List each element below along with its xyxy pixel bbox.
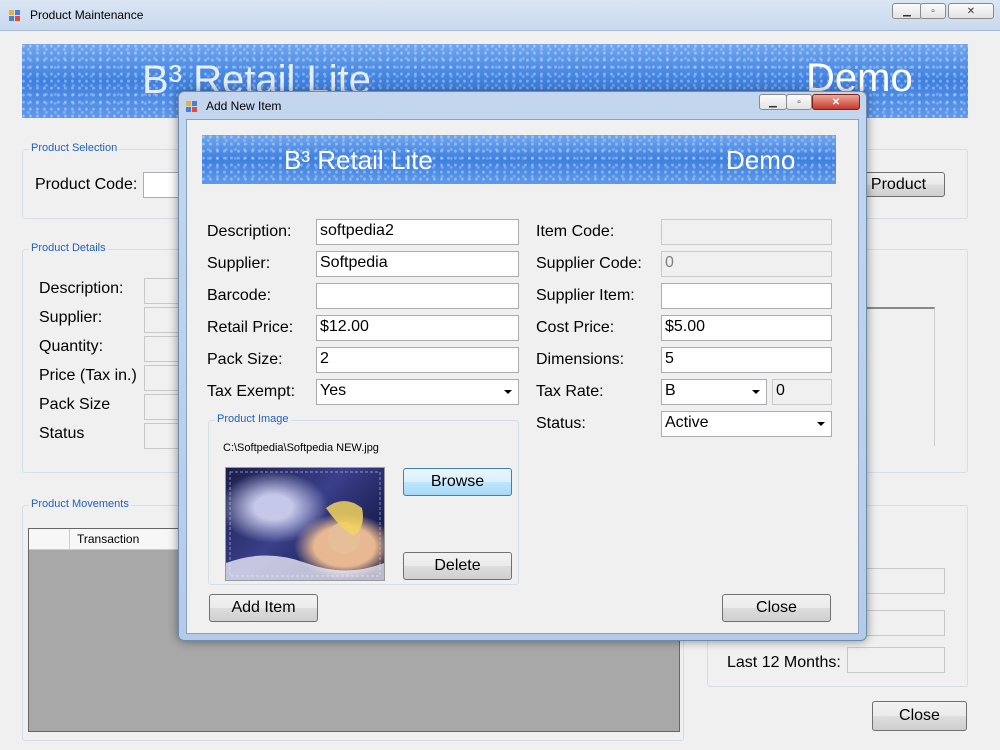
item-code-label: Item Code: bbox=[536, 223, 615, 240]
tax-rate-value: B bbox=[665, 382, 676, 399]
status-select[interactable]: Active bbox=[661, 411, 832, 437]
product-movements-label: Product Movements bbox=[29, 498, 131, 510]
tax-exempt-label: Tax Exempt: bbox=[207, 383, 296, 400]
description-label: Description: bbox=[207, 223, 292, 240]
chevron-down-icon bbox=[752, 390, 760, 394]
restore-button[interactable]: ▫ bbox=[920, 3, 946, 19]
dialog-icon bbox=[186, 100, 198, 112]
column-transaction[interactable]: Transaction bbox=[77, 532, 139, 546]
cost-price-label: Cost Price: bbox=[536, 319, 615, 336]
dialog-banner: B³ Retail Lite Demo bbox=[202, 135, 836, 184]
restore-icon: ▫ bbox=[931, 6, 935, 17]
main-close-button[interactable]: Close bbox=[872, 701, 967, 731]
barcode-input[interactable] bbox=[316, 283, 519, 309]
product-selection-label: Product Selection bbox=[29, 142, 120, 154]
pack-size-input[interactable]: 2 bbox=[316, 347, 519, 373]
detail-label-status: Status bbox=[39, 425, 85, 442]
status-label: Status: bbox=[536, 415, 586, 432]
minimize-icon: ▁ bbox=[769, 97, 777, 108]
last-12-months-field bbox=[847, 647, 945, 673]
product-image-label: Product Image bbox=[215, 413, 291, 425]
supplier-code-label: Supplier Code: bbox=[536, 255, 642, 272]
tax-rate-percent-field: 0 bbox=[772, 379, 832, 405]
product-code-label: Product Code: bbox=[35, 176, 138, 193]
product-details-label: Product Details bbox=[29, 242, 108, 254]
dialog-title: Add New Item bbox=[206, 99, 282, 113]
image-path-text: C:\Softpedia\Softpedia NEW.jpg bbox=[223, 442, 379, 454]
browse-button[interactable]: Browse bbox=[403, 468, 512, 496]
grid-row-header-cell bbox=[29, 529, 70, 549]
restore-icon: ▫ bbox=[797, 97, 801, 108]
barcode-label: Barcode: bbox=[207, 287, 272, 304]
dimensions-label: Dimensions: bbox=[536, 351, 625, 368]
dialog-close-button[interactable]: Close bbox=[722, 594, 831, 622]
dialog-minimize-button[interactable]: ▁ bbox=[759, 94, 787, 110]
minimize-icon: ▁ bbox=[903, 6, 911, 17]
add-new-item-dialog: Add New Item ▁ ▫ ✕ B³ Retail Lite Demo D… bbox=[178, 91, 867, 641]
delete-button[interactable]: Delete bbox=[403, 552, 512, 580]
chevron-down-icon bbox=[817, 422, 825, 426]
supplier-label: Supplier: bbox=[207, 255, 271, 272]
cost-price-input[interactable]: $5.00 bbox=[661, 315, 832, 341]
supplier-input[interactable]: Softpedia bbox=[316, 251, 519, 277]
detail-label-price: Price (Tax in.) bbox=[39, 367, 137, 384]
last-12-months-label: Last 12 Months: bbox=[727, 654, 841, 671]
description-input[interactable]: softpedia2 bbox=[316, 219, 519, 245]
supplier-item-input[interactable] bbox=[661, 283, 832, 309]
product-code-input[interactable] bbox=[143, 172, 183, 198]
supplier-code-input: 0 bbox=[661, 251, 832, 277]
detail-label-pack-size: Pack Size bbox=[39, 396, 111, 413]
retail-price-label: Retail Price: bbox=[207, 319, 294, 336]
close-window-button[interactable]: ✕ bbox=[948, 3, 994, 19]
main-title-bar[interactable]: Product Maintenance ▁ ▫ ✕ bbox=[0, 0, 1000, 31]
main-window-title: Product Maintenance bbox=[30, 8, 144, 22]
dialog-banner-brand: B³ Retail Lite bbox=[284, 145, 433, 175]
detail-image-panel bbox=[866, 307, 935, 446]
detail-label-quantity: Quantity: bbox=[39, 338, 104, 355]
dimensions-input[interactable]: 5 bbox=[661, 347, 832, 373]
tax-rate-select[interactable]: B bbox=[661, 379, 767, 405]
minimize-button[interactable]: ▁ bbox=[892, 3, 922, 19]
image-decoration-icon bbox=[226, 471, 384, 580]
close-icon: ✕ bbox=[966, 6, 976, 17]
status-value: Active bbox=[665, 414, 709, 431]
detail-label-description: Description: bbox=[39, 280, 124, 297]
tax-exempt-select[interactable]: Yes bbox=[316, 379, 519, 405]
retail-price-input[interactable]: $12.00 bbox=[316, 315, 519, 341]
product-image-preview bbox=[225, 467, 385, 581]
add-item-button[interactable]: Add Item bbox=[209, 594, 318, 622]
dialog-banner-edition: Demo bbox=[726, 145, 796, 175]
item-code-input bbox=[661, 219, 832, 245]
tax-exempt-value: Yes bbox=[320, 382, 347, 399]
app-icon bbox=[9, 9, 21, 21]
pack-size-label: Pack Size: bbox=[207, 351, 283, 368]
dialog-close-window-button[interactable]: ✕ bbox=[812, 94, 860, 110]
tax-rate-label: Tax Rate: bbox=[536, 383, 604, 400]
close-icon: ✕ bbox=[831, 97, 841, 108]
chevron-down-icon bbox=[504, 390, 512, 394]
dialog-restore-button[interactable]: ▫ bbox=[786, 94, 812, 110]
detail-label-supplier: Supplier: bbox=[39, 309, 103, 326]
dialog-client-area: B³ Retail Lite Demo Description: softped… bbox=[186, 119, 859, 634]
supplier-item-label: Supplier Item: bbox=[536, 287, 635, 304]
